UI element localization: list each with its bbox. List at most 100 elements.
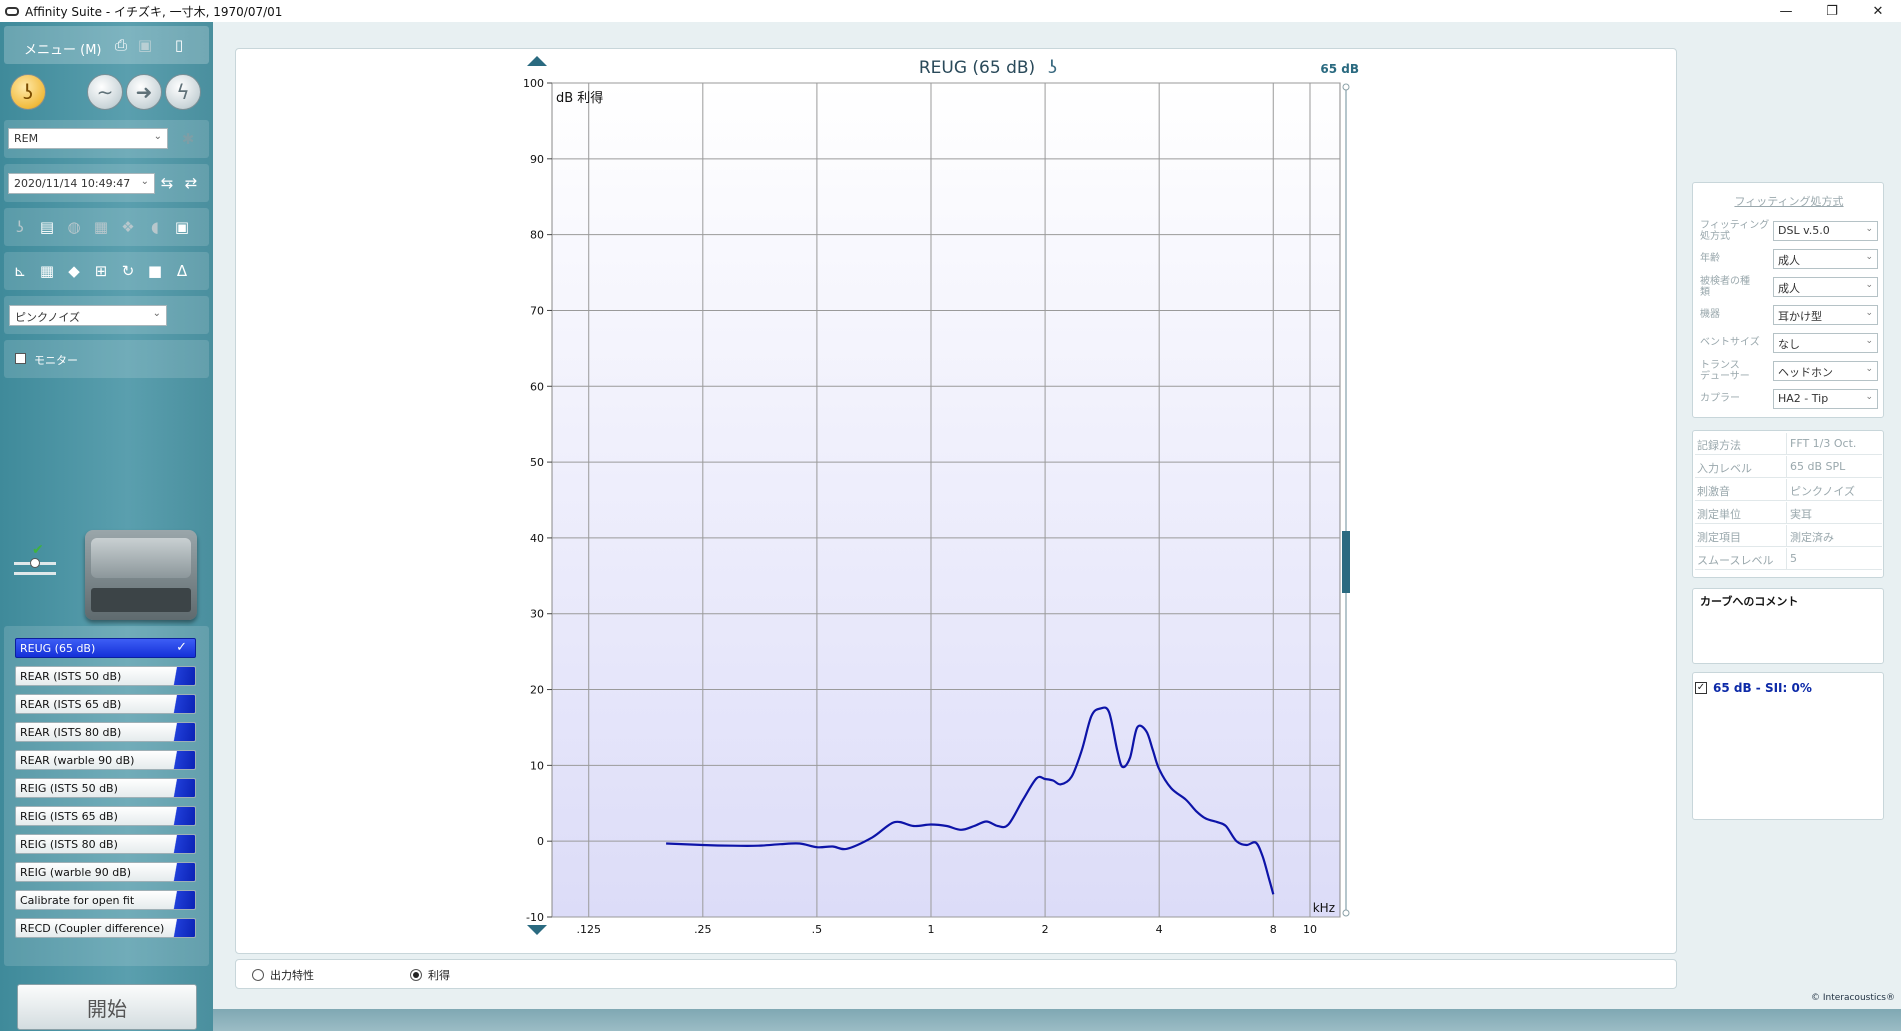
info-row-value: ピンクノイズ <box>1790 485 1856 498</box>
fitting-row-select[interactable]: 成人 ⌄ <box>1773 277 1878 297</box>
measurement-button-label: Calibrate for open fit <box>20 894 135 907</box>
chevron-down-icon: ⌄ <box>1865 224 1873 234</box>
stimulus-select[interactable]: ピンクノイズ ⌄ <box>9 305 167 326</box>
fitting-row-value: ヘッドホン <box>1778 366 1833 379</box>
y-tick-label: 80 <box>530 229 544 242</box>
tag-icon[interactable]: ◆ <box>64 261 84 281</box>
fitting-row-label: フィッティング 処方式 <box>1700 220 1770 242</box>
exit-icon[interactable]: ▯ <box>170 36 188 54</box>
monitor-checkbox[interactable] <box>15 353 26 364</box>
chart-panel: 100 90 80 70 60 50 40 30 20 10 0 -10 .125.25.5 1 2 4 8 1… <box>235 48 1677 954</box>
print-icon[interactable]: ⎙ <box>112 36 130 54</box>
lightning-icon[interactable]: ϟ <box>165 74 201 110</box>
ear-outline-icon[interactable]: ʖ <box>10 217 30 237</box>
chart-title: REUG (65 dB) <box>919 58 1035 78</box>
wave-icon[interactable]: ∼ <box>87 74 123 110</box>
fitting-row-label: 被検者の種 類 <box>1700 276 1750 298</box>
measurement-button[interactable]: REIG (ISTS 80 dB) <box>15 834 196 854</box>
fitting-row-select[interactable]: DSL v.5.0 ⌄ <box>1773 221 1878 241</box>
ear-refresh-icon[interactable]: ↻ <box>118 261 138 281</box>
fitting-row-select[interactable]: 成人 ⌄ <box>1773 249 1878 269</box>
measurement-button-label: RECD (Coupler difference) <box>20 922 165 935</box>
y-tick-label: 90 <box>530 153 544 166</box>
note-icon[interactable]: ▤ <box>37 217 57 237</box>
measurement-button[interactable]: REAR (ISTS 65 dB) <box>15 694 196 714</box>
fitting-row-label: 年齢 <box>1700 253 1720 264</box>
curve-indicator-icon <box>161 863 195 881</box>
y-tick-label: 40 <box>530 532 544 545</box>
mode-panel: REM ⌄ ✱ <box>4 120 209 158</box>
measurement-button[interactable]: Calibrate for open fit <box>15 890 196 910</box>
arrow-right-icon[interactable]: ➜ <box>126 74 162 110</box>
restore-button[interactable]: ❐ <box>1809 0 1855 22</box>
gain-radio[interactable]: 利得 <box>410 967 450 983</box>
measurement-button-label: REIG (ISTS 65 dB) <box>20 810 118 823</box>
output-radio[interactable]: 出力特性 <box>252 967 314 983</box>
save-icon[interactable]: ▣ <box>136 36 154 54</box>
gain-chart[interactable]: 1009080706050403020100-10 .125.25.5 1 2 4 8 1… <box>236 49 1678 955</box>
measurement-button[interactable]: REAR (ISTS 80 dB) <box>15 722 196 742</box>
menu-button[interactable]: メニュー (M) <box>24 39 102 58</box>
ear-icon[interactable]: ʖ <box>10 74 46 110</box>
fitting-row-value: DSL v.5.0 <box>1778 224 1830 237</box>
session-export-icon[interactable]: ⇆ <box>158 174 176 192</box>
screen-icon[interactable]: ▣ <box>172 217 192 237</box>
level-slider-handle[interactable] <box>1342 531 1350 593</box>
stimulus-panel: ピンクノイズ ⌄ <box>4 296 209 334</box>
chat-icon[interactable]: ❖ <box>118 217 138 237</box>
settings-icon[interactable]: ✱ <box>178 129 198 149</box>
fitting-row-select[interactable]: なし ⌄ <box>1773 333 1878 353</box>
minimize-button[interactable]: — <box>1763 0 1809 22</box>
level-slider-top <box>1342 83 1350 91</box>
close-button[interactable]: ✕ <box>1855 0 1901 22</box>
fitting-row-value: 成人 <box>1778 254 1800 267</box>
measurement-button[interactable]: REIG (warble 90 dB) <box>15 862 196 882</box>
measurement-button-label: REIG (ISTS 50 dB) <box>20 782 118 795</box>
measurement-button-label: REAR (warble 90 dB) <box>20 754 135 767</box>
info-row-value: 実耳 <box>1790 508 1812 521</box>
chevron-down-icon: ⌄ <box>1865 336 1873 346</box>
comment-title: カーブへのコメント <box>1700 595 1799 608</box>
info-row-value: 測定済み <box>1790 531 1834 544</box>
session-select[interactable]: 2020/11/14 10:49:47 ⌄ <box>8 173 155 194</box>
delta-icon[interactable]: Δ <box>172 261 192 281</box>
measurement-button[interactable]: REAR (ISTS 50 dB) <box>15 666 196 686</box>
measurement-button[interactable]: REAR (warble 90 dB) <box>15 750 196 770</box>
measurement-button[interactable]: REIG (ISTS 65 dB) <box>15 806 196 826</box>
fitting-row-label: トランス デューサー <box>1700 360 1750 382</box>
x-axis-label: kHz <box>1313 901 1335 915</box>
stop-icon[interactable]: ■ <box>145 261 165 281</box>
start-button[interactable]: 開始 <box>17 984 197 1030</box>
level-slider-icon[interactable]: ✔ <box>14 542 56 588</box>
measurement-button-label: REUG (65 dB) <box>20 642 96 655</box>
grid-icon[interactable]: ⊞ <box>91 261 111 281</box>
info-row: 入力レベル 65 dB SPL <box>1695 456 1882 478</box>
x-tick-label: 1 <box>927 923 934 936</box>
fitting-row-select[interactable]: ヘッドホン ⌄ <box>1773 361 1878 381</box>
spl-icon[interactable]: ▦ <box>91 217 111 237</box>
affinity-device-image <box>85 530 197 620</box>
table-icon[interactable]: ▦ <box>37 261 57 281</box>
tools-row-1: ʖ ▤ ◍ ▦ ❖ ◖ ▣ <box>4 208 209 246</box>
window-title: Affinity Suite - イチズキ, 一寸木, 1970/07/01 <box>25 4 283 19</box>
copyright: © Interacoustics® <box>1810 993 1895 1003</box>
check-icon: ✔ <box>32 542 44 558</box>
probe-icon[interactable]: ◖ <box>145 217 165 237</box>
fitting-row-select[interactable]: HA2 - Tip ⌄ <box>1773 389 1878 409</box>
measurement-button-label: REIG (warble 90 dB) <box>20 866 132 879</box>
fitting-row-select[interactable]: 耳かけ型 ⌄ <box>1773 305 1878 325</box>
speaker-icon[interactable]: ◍ <box>64 217 84 237</box>
sii-checkbox[interactable]: ✓ <box>1695 682 1707 694</box>
axes-icon[interactable]: ⊾ <box>10 261 30 281</box>
check-icon: ✓ <box>176 640 187 655</box>
scroll-down-arrow-icon[interactable] <box>527 925 547 935</box>
gain-radio-label: 利得 <box>428 969 450 982</box>
mode-select[interactable]: REM ⌄ <box>8 128 168 149</box>
scroll-up-arrow-icon[interactable] <box>527 56 547 66</box>
session-import-icon[interactable]: ⇄ <box>182 174 200 192</box>
menu-panel: メニュー (M) ⎙ ▣ ▯ <box>4 26 209 64</box>
measurement-button[interactable]: REIG (ISTS 50 dB) <box>15 778 196 798</box>
measurement-button[interactable]: REUG (65 dB) ✓ <box>15 638 196 658</box>
y-tick-label: 100 <box>523 77 544 90</box>
measurement-button[interactable]: RECD (Coupler difference) <box>15 918 196 938</box>
